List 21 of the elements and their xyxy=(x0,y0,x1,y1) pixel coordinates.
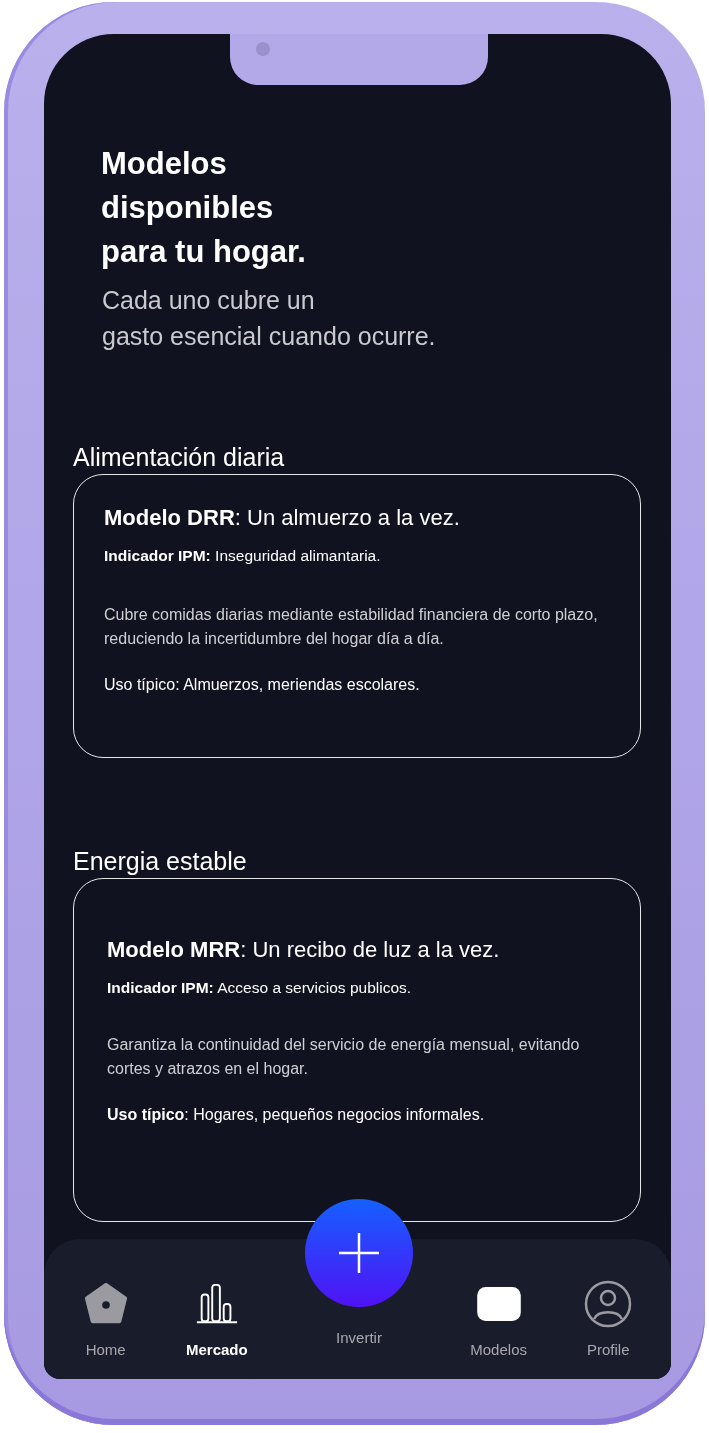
section-heading: Alimentación diaria xyxy=(73,442,286,473)
nav-tab[interactable]: Mercado xyxy=(185,1341,248,1358)
camera-icon xyxy=(256,42,270,56)
plus-icon xyxy=(338,1233,379,1273)
card-description: Garantiza la continuidad del servicio de energía mensual, evitando cortes y atrazos en el hogar. xyxy=(107,1035,581,1079)
nav-tab[interactable]: Invertir xyxy=(336,1329,382,1346)
page-subtitle: Cada uno cubre un gasto esencial cuando ocurre. xyxy=(102,285,437,352)
usage-text: Uso típico: Almuerzos, meriendas escolares. xyxy=(104,675,421,695)
nav-tab[interactable]: Home xyxy=(85,1341,126,1358)
nav-tab[interactable]: Modelos xyxy=(470,1341,527,1358)
rounded-square-icon xyxy=(475,1286,522,1322)
card-title: Modelo MRR: Un recibo de luz a la vez. xyxy=(107,936,501,964)
indicator-text: Indicador IPM: Inseguridad alimantaria. xyxy=(104,546,382,566)
card-title: Modelo DRR: Un almuerzo a la vez. xyxy=(104,504,461,532)
indicator-text: Indicador IPM: Acceso a servicios publicos. xyxy=(107,978,413,998)
usage-text: Uso típico: Hogares, pequeños negocios informales. xyxy=(107,1105,486,1125)
section-heading: Energia estable xyxy=(73,846,248,877)
card-description: Cubre comidas diarias mediante estabilidad financiera de corto plazo, reduciendo la incertidumbre del hogar día a día. xyxy=(104,605,599,649)
profile-icon xyxy=(584,1280,633,1328)
page-title: Modelos disponibles para tu hogar. xyxy=(101,145,307,271)
nav-tab[interactable]: Profile xyxy=(587,1341,630,1358)
